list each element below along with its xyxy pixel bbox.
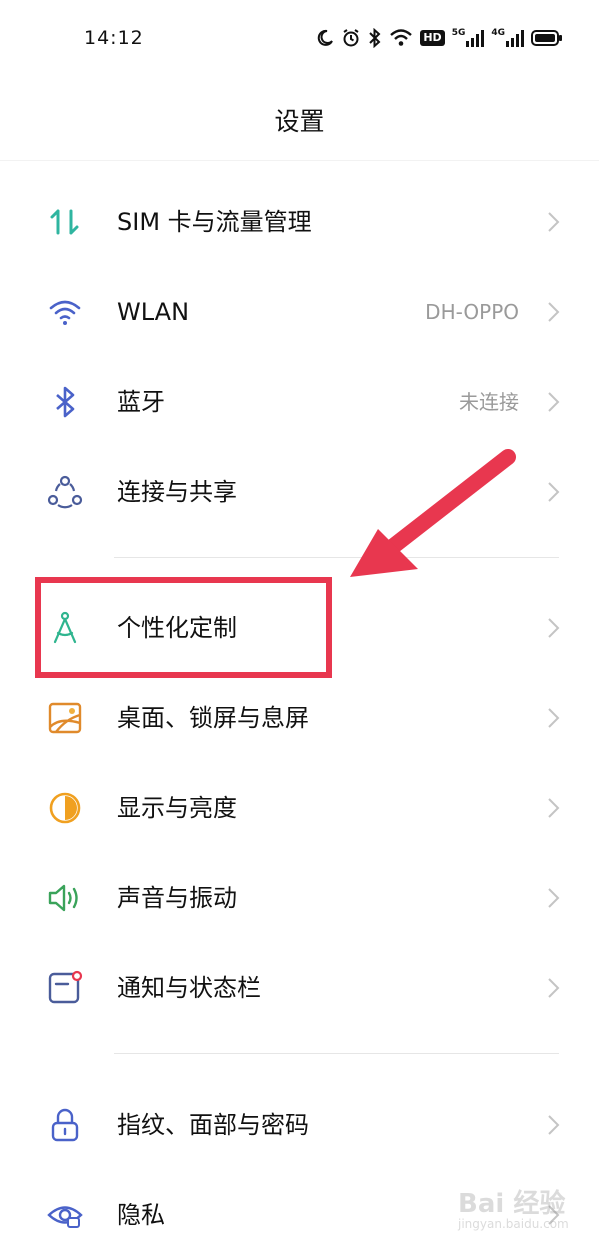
settings-item-bluetooth[interactable]: 蓝牙 未连接 xyxy=(0,357,599,447)
settings-item-value: DH-OPPO xyxy=(425,300,519,324)
status-bar: 14:12 HD 5G 4G xyxy=(0,0,599,70)
status-icons: HD 5G 4G xyxy=(316,24,563,52)
notification-icon xyxy=(46,969,84,1007)
signal-5g-label: 5G xyxy=(451,28,466,38)
chevron-right-icon xyxy=(547,797,561,819)
wallpaper-icon xyxy=(46,699,84,737)
chevron-right-icon xyxy=(547,617,561,639)
status-time: 14:12 xyxy=(84,27,144,49)
wlan-icon xyxy=(46,293,84,331)
lock-icon xyxy=(46,1106,84,1144)
chevron-right-icon xyxy=(547,391,561,413)
hd-icon: HD xyxy=(420,30,445,46)
settings-item-label: 蓝牙 xyxy=(117,388,165,416)
signal-4g-icon: 4G xyxy=(491,29,524,47)
watermark: Bai 经验 jingyan.baidu.com xyxy=(458,1183,588,1243)
watermark-brand: Bai 经验 xyxy=(458,1189,566,1219)
chevron-right-icon xyxy=(547,1114,561,1136)
settings-item-label: 显示与亮度 xyxy=(117,794,237,822)
chevron-right-icon xyxy=(547,301,561,323)
chevron-right-icon xyxy=(547,481,561,503)
settings-item-label: SIM 卡与流量管理 xyxy=(117,208,312,236)
settings-item-label: 通知与状态栏 xyxy=(117,974,261,1002)
settings-item-label: 连接与共享 xyxy=(117,478,237,506)
wifi-icon xyxy=(389,29,413,47)
header-divider xyxy=(0,160,599,161)
chevron-right-icon xyxy=(547,707,561,729)
bluetooth-status-icon xyxy=(368,28,382,48)
sim-data-icon xyxy=(46,203,84,241)
settings-item-label: WLAN xyxy=(117,298,190,326)
battery-icon xyxy=(531,29,563,47)
display-brightness-icon xyxy=(46,789,84,827)
chevron-right-icon xyxy=(547,887,561,909)
settings-item-value: 未连接 xyxy=(459,390,519,414)
settings-item-label: 隐私 xyxy=(117,1201,165,1229)
settings-item-sim[interactable]: SIM 卡与流量管理 xyxy=(0,177,599,267)
section-divider xyxy=(114,1053,559,1054)
settings-item-wlan[interactable]: WLAN DH-OPPO xyxy=(0,267,599,357)
privacy-icon xyxy=(46,1196,84,1234)
settings-item-display[interactable]: 显示与亮度 xyxy=(0,763,599,853)
moon-icon xyxy=(316,29,334,47)
settings-item-sound[interactable]: 声音与振动 xyxy=(0,853,599,943)
chevron-right-icon xyxy=(547,211,561,233)
settings-item-notification[interactable]: 通知与状态栏 xyxy=(0,943,599,1033)
red-arrow-icon xyxy=(350,449,516,577)
signal-4g-label: 4G xyxy=(491,28,505,38)
alarm-icon xyxy=(341,28,361,48)
settings-item-label: 声音与振动 xyxy=(117,884,237,912)
highlight-box xyxy=(35,577,332,678)
settings-item-label: 指纹、面部与密码 xyxy=(117,1111,309,1139)
settings-item-wallpaper[interactable]: 桌面、锁屏与息屏 xyxy=(0,673,599,763)
settings-item-security[interactable]: 指纹、面部与密码 xyxy=(0,1080,599,1170)
chevron-right-icon xyxy=(547,977,561,999)
page-title: 设置 xyxy=(274,107,325,136)
signal-5g-icon: 5G xyxy=(452,29,485,47)
bluetooth-icon xyxy=(46,383,84,421)
watermark-url: jingyan.baidu.com xyxy=(458,1217,569,1231)
sound-icon xyxy=(46,879,84,917)
settings-item-label: 桌面、锁屏与息屏 xyxy=(117,704,309,732)
connection-sharing-icon xyxy=(46,473,84,511)
